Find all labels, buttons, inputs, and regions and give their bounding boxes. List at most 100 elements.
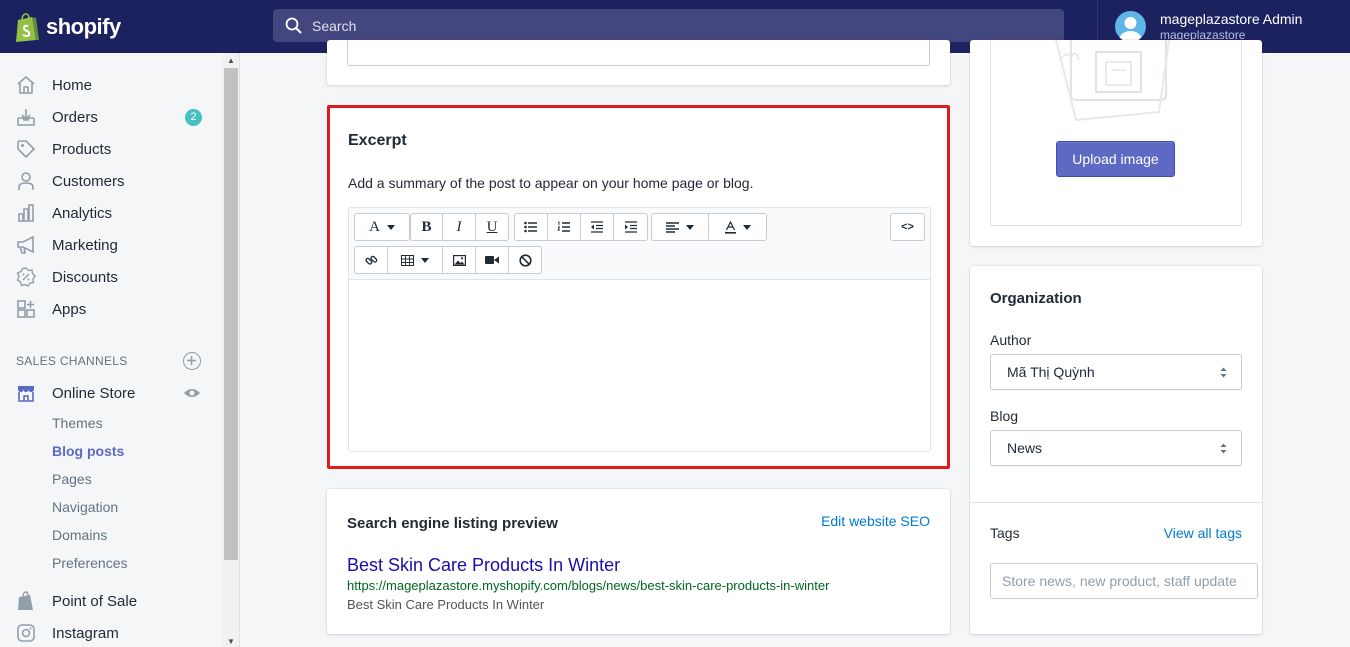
organization-title: Organization (990, 290, 1082, 307)
tag-icon (16, 139, 36, 159)
author-label: Author (990, 332, 1032, 348)
sidebar-sub-pages[interactable]: Pages (52, 471, 92, 487)
font-group: A (354, 213, 410, 241)
excerpt-text-area[interactable] (349, 280, 930, 451)
insert-link-button[interactable] (355, 247, 388, 273)
sidebar-item-label: Customers (52, 172, 125, 190)
font-style-button[interactable]: A (355, 214, 409, 240)
tags-label: Tags (990, 525, 1020, 541)
sidebar-item-apps[interactable]: Apps (0, 293, 222, 325)
blog-select[interactable]: News (990, 430, 1242, 466)
search-bar[interactable]: Search (273, 9, 1064, 42)
store-icon (16, 383, 36, 403)
sidebar-item-customers[interactable]: Customers (0, 165, 222, 197)
sidebar-item-label: Marketing (52, 236, 118, 254)
sidebar-sub-blog-posts[interactable]: Blog posts (52, 443, 124, 459)
select-arrows-icon (1220, 443, 1227, 454)
sidebar-item-label: Online Store (52, 384, 136, 402)
outdent-button[interactable] (581, 214, 614, 240)
image-drop-zone[interactable] (990, 40, 1242, 226)
home-icon (16, 75, 36, 95)
indent-button[interactable] (614, 214, 647, 240)
user-name: mageplazastore Admin (1160, 11, 1303, 27)
organization-card: Organization Author Mã Thị Quỳnh Blog Ne… (970, 266, 1262, 634)
content-card-partial (327, 40, 950, 85)
content-editor-bottom[interactable] (347, 40, 930, 66)
plus-icon (187, 356, 196, 365)
list-group (514, 213, 648, 241)
analytics-icon (16, 203, 36, 223)
sidebar-item-home[interactable]: Home (0, 69, 222, 101)
chevron-down-icon (742, 224, 751, 230)
font-icon: A (369, 218, 380, 235)
excerpt-card: Excerpt Add a summary of the post to app… (327, 105, 950, 469)
sidebar-item-label: Point of Sale (52, 592, 138, 610)
sidebar-item-instagram[interactable]: Instagram (0, 617, 222, 647)
sidebar-item-discounts[interactable]: Discounts (0, 261, 222, 293)
bullet-list-button[interactable] (515, 214, 548, 240)
sidebar-sub-preferences[interactable]: Preferences (52, 555, 127, 571)
insert-group (354, 246, 542, 274)
insert-image-button[interactable] (443, 247, 476, 273)
megaphone-icon (16, 235, 36, 255)
author-select[interactable]: Mã Thị Quỳnh (990, 354, 1242, 390)
sidebar-item-analytics[interactable]: Analytics (0, 197, 222, 229)
text-color-button[interactable] (709, 214, 766, 240)
author-value: Mã Thị Quỳnh (1007, 364, 1095, 380)
blog-value: News (1007, 440, 1043, 456)
seo-title: Search engine listing preview (347, 515, 558, 532)
sidebar-item-label: Analytics (52, 204, 113, 222)
sidebar-scrollbar-thumb[interactable] (224, 68, 238, 560)
shopify-bag-icon (16, 12, 39, 42)
sidebar-sub-themes[interactable]: Themes (52, 415, 103, 431)
sidebar-item-online-store[interactable]: Online Store (0, 377, 222, 409)
align-left-icon (666, 221, 679, 233)
excerpt-rich-text-editor: A B I U <> (348, 207, 931, 452)
insert-table-button[interactable] (388, 247, 443, 273)
text-color-icon (724, 220, 736, 234)
customer-icon (16, 171, 36, 191)
scroll-up-arrow[interactable]: ▲ (223, 54, 239, 68)
bold-button[interactable]: B (411, 214, 443, 240)
outdent-icon (591, 221, 603, 233)
insert-video-button[interactable] (476, 247, 509, 273)
add-sales-channel-button[interactable] (183, 352, 201, 370)
sidebar-item-point-of-sale[interactable]: Point of Sale (0, 585, 222, 617)
sidebar-sub-domains[interactable]: Domains (52, 527, 107, 543)
instagram-icon (16, 623, 36, 643)
tags-input[interactable]: Store news, new product, staff update (990, 563, 1258, 599)
link-icon (364, 255, 377, 265)
search-placeholder: Search (312, 17, 357, 34)
video-icon (485, 256, 499, 264)
sidebar-item-marketing[interactable]: Marketing (0, 229, 222, 261)
blog-label: Blog (990, 408, 1019, 424)
sidebar-item-label: Orders (52, 108, 98, 126)
clear-formatting-button[interactable] (509, 247, 541, 273)
chevron-down-icon (686, 224, 694, 230)
upload-image-button[interactable]: Upload image (1056, 141, 1175, 177)
sidebar-item-products[interactable]: Products (0, 133, 222, 165)
align-color-group (651, 213, 767, 241)
logo-text: shopify (46, 13, 121, 39)
apps-icon (16, 299, 36, 319)
sidebar-item-orders[interactable]: Orders 2 (0, 101, 222, 133)
chevron-down-icon (421, 257, 429, 263)
edit-website-seo-link[interactable]: Edit website SEO (821, 513, 930, 529)
view-all-tags-link[interactable]: View all tags (1164, 525, 1242, 541)
orders-count-badge: 2 (185, 108, 202, 126)
scroll-down-arrow[interactable]: ▼ (223, 635, 239, 647)
italic-button[interactable]: I (443, 214, 476, 240)
user-avatar-icon (1119, 17, 1142, 42)
sidebar-item-label: Apps (52, 300, 87, 318)
sidebar-sub-navigation[interactable]: Navigation (52, 499, 118, 515)
show-html-button[interactable]: <> (891, 214, 924, 240)
underline-button[interactable]: U (476, 214, 508, 240)
align-button[interactable] (652, 214, 709, 240)
tags-placeholder: Store news, new product, staff update (1002, 573, 1237, 589)
eye-icon[interactable] (183, 385, 201, 404)
numbered-list-button[interactable] (548, 214, 581, 240)
excerpt-title: Excerpt (348, 132, 407, 149)
shopify-logo[interactable]: shopify (0, 0, 240, 53)
indent-icon (624, 221, 637, 233)
seo-preview-description: Best Skin Care Products In Winter (347, 597, 545, 612)
